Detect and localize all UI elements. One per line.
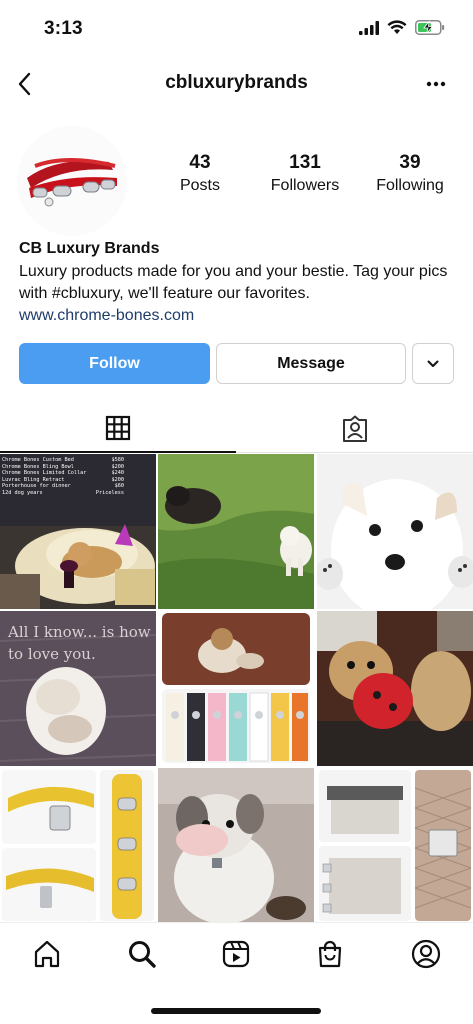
price-item: Chrome Bones Bling Bowl — [2, 463, 74, 470]
profile-actions: Follow Message — [19, 343, 455, 385]
following-stat[interactable]: 39 Following — [360, 152, 460, 195]
shop-bag-icon — [318, 940, 342, 968]
home-icon — [34, 940, 60, 968]
nav-reels[interactable] — [219, 937, 253, 971]
posts-label: Posts — [179, 177, 220, 194]
nav-search[interactable] — [125, 937, 159, 971]
signal-icon — [359, 20, 379, 35]
profile-stats: 43 Posts 131 Followers 39 Following — [150, 152, 460, 195]
post-thumbnail[interactable] — [158, 611, 314, 766]
profile-username: cbluxurybrands — [165, 72, 308, 93]
post-8-image — [158, 768, 314, 923]
avatar-collar-image — [17, 126, 127, 236]
post-9-image — [317, 768, 473, 923]
profile-icon — [411, 939, 441, 969]
posts-grid: Chrome Bones Custom Bed $580 Chrome Bones… — [0, 454, 473, 923]
following-label: Following — [376, 177, 444, 194]
reels-icon — [222, 940, 250, 968]
price-value: $200 — [111, 463, 125, 470]
followers-stat[interactable]: 131 Followers — [255, 152, 355, 195]
price-row: 12d dog years Priceless — [2, 490, 124, 497]
post-thumbnail[interactable] — [0, 768, 156, 923]
chevron-down-icon — [427, 360, 439, 367]
price-value: $200 — [111, 476, 125, 483]
post-thumbnail[interactable] — [317, 454, 473, 609]
home-indicator[interactable] — [151, 1008, 321, 1014]
followers-count: 131 — [289, 152, 321, 173]
post-5-image — [158, 611, 314, 766]
avatar[interactable] — [17, 126, 127, 236]
post-thumbnail[interactable]: All I know... is how to love you. — [0, 611, 156, 766]
tab-tagged[interactable] — [237, 405, 473, 453]
bottom-nav — [0, 922, 473, 986]
posts-count: 43 — [189, 152, 211, 173]
tagged-person-icon — [343, 415, 367, 442]
posts-stat[interactable]: 43 Posts — [150, 152, 250, 195]
message-button[interactable]: Message — [216, 343, 406, 384]
post-3-image — [317, 454, 473, 609]
status-time: 3:13 — [44, 18, 83, 39]
nav-home[interactable] — [30, 937, 64, 971]
price-value: $580 — [111, 457, 125, 463]
tab-posts-grid[interactable] — [0, 405, 236, 453]
top-nav: cbluxurybrands — [0, 62, 473, 106]
price-row: Chrome Bones Custom Bed $580 — [2, 457, 124, 464]
profile-tabs — [0, 405, 473, 453]
price-row: Chrome Bones Bling Bowl $200 — [2, 464, 124, 471]
price-item: Porterhouse for dinner — [2, 483, 71, 490]
more-dots-icon — [426, 81, 446, 87]
post-4-quote: All I know... is how to love you. — [8, 621, 154, 665]
post-thumbnail[interactable]: Chrome Bones Custom Bed $580 Chrome Bones… — [0, 454, 156, 609]
wifi-icon — [387, 20, 407, 34]
price-item: Chrome Bones Limited Collar — [2, 470, 87, 477]
price-row: Porterhouse for dinner $60 — [2, 483, 124, 490]
search-icon — [129, 941, 156, 968]
post-thumbnail[interactable] — [317, 768, 473, 923]
status-bar: 3:13 — [0, 0, 473, 58]
quote-line-2: to love you. — [8, 645, 96, 663]
battery-charging-icon — [415, 20, 445, 35]
price-row: Luvrac Bling Retract $200 — [2, 477, 124, 484]
price-item: 12d dog years — [2, 489, 43, 496]
post-thumbnail[interactable] — [158, 768, 314, 923]
post-1-price-list: Chrome Bones Custom Bed $580 Chrome Bones… — [2, 457, 124, 497]
price-item: Chrome Bones Custom Bed — [2, 457, 74, 463]
post-thumbnail[interactable] — [158, 454, 314, 609]
nav-shop[interactable] — [313, 937, 347, 971]
following-count: 39 — [399, 152, 421, 173]
profile-website-link[interactable]: www.chrome-bones.com — [19, 305, 459, 327]
post-2-image — [158, 454, 314, 609]
price-value: $240 — [111, 470, 125, 477]
profile-display-name: CB Luxury Brands — [19, 240, 160, 257]
profile-bio-text: Luxury products made for you and your be… — [19, 263, 448, 302]
quote-line-1: All I know... is how — [8, 623, 151, 641]
post-thumbnail[interactable] — [317, 611, 473, 766]
price-row: Chrome Bones Limited Collar $240 — [2, 470, 124, 477]
grid-icon — [105, 415, 131, 441]
suggested-accounts-button[interactable] — [412, 343, 454, 384]
price-item: Luvrac Bling Retract — [2, 476, 65, 483]
profile-header: 43 Posts 131 Followers 39 Following — [0, 126, 473, 238]
followers-label: Followers — [270, 177, 340, 194]
price-value: Priceless — [95, 489, 124, 496]
post-7-image — [0, 768, 156, 923]
post-6-image — [317, 611, 473, 766]
more-options-button[interactable] — [419, 70, 453, 98]
status-icons — [359, 20, 445, 35]
follow-button[interactable]: Follow — [19, 343, 210, 384]
profile-bio: CB Luxury Brands Luxury products made fo… — [19, 238, 459, 327]
price-value: $60 — [114, 483, 124, 490]
nav-profile[interactable] — [409, 937, 443, 971]
